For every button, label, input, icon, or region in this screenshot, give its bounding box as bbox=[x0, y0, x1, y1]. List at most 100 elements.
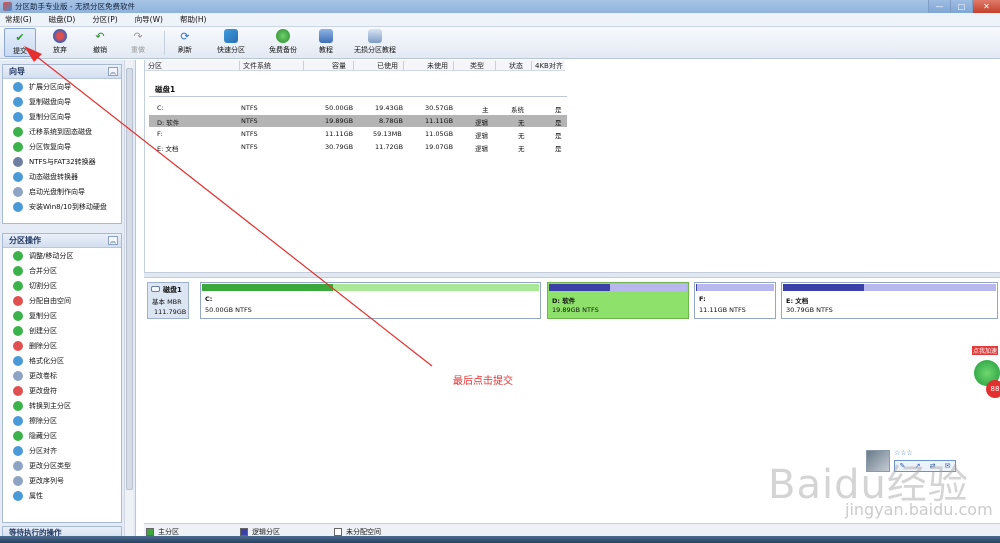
usage-bar bbox=[783, 284, 996, 291]
column-divider bbox=[239, 61, 240, 70]
operation-item[interactable]: 删除分区 bbox=[3, 338, 121, 353]
operation-item[interactable]: 格式化分区 bbox=[3, 353, 121, 368]
quick-partition-button[interactable]: 快速分区 bbox=[208, 28, 254, 57]
tutorial-button[interactable]: 教程 bbox=[312, 28, 340, 57]
menu-partition[interactable]: 分区(P) bbox=[92, 14, 117, 25]
operation-item[interactable]: 更改序列号 bbox=[3, 473, 121, 488]
wizard-icon bbox=[13, 81, 23, 92]
close-button[interactable]: ✕ bbox=[972, 0, 1000, 13]
wizard-item[interactable]: 启动光盘制作向导 bbox=[3, 184, 121, 199]
window-controls: — □ ✕ bbox=[928, 0, 1000, 13]
maximize-button[interactable]: □ bbox=[950, 0, 972, 13]
collapse-icon[interactable]: ︽ bbox=[108, 67, 118, 76]
watermark-url: jingyan.baidu.com bbox=[845, 500, 993, 519]
operation-item[interactable]: 复制分区 bbox=[3, 308, 121, 323]
menu-bar: 常规(G) 磁盘(D) 分区(P) 向导(W) 帮助(H) bbox=[0, 13, 1000, 27]
operation-item[interactable]: 更改盘符 bbox=[3, 383, 121, 398]
tutorial-icon bbox=[319, 29, 333, 43]
free-backup-button[interactable]: 免费备份 bbox=[260, 28, 306, 57]
primary-swatch bbox=[146, 528, 154, 536]
disk-group-label: 磁盘1 bbox=[155, 85, 176, 94]
sidebar-scrollbar[interactable] bbox=[124, 60, 133, 543]
operation-item[interactable]: 属性 bbox=[3, 488, 121, 503]
merge-icon bbox=[13, 265, 23, 276]
partition-block-d[interactable]: D: 软件 19.89GB NTFS bbox=[547, 282, 689, 319]
usage-bar bbox=[549, 284, 687, 291]
operation-item[interactable]: 调整/移动分区 bbox=[3, 248, 121, 263]
wizard-item[interactable]: 扩展分区向导 bbox=[3, 79, 121, 94]
speed-badge[interactable]: 点我加速 88 bbox=[970, 346, 1000, 406]
refresh-button[interactable]: ⟳ 刷新 bbox=[170, 28, 200, 57]
wizard-item[interactable]: 分区恢复向导 bbox=[3, 139, 121, 154]
submit-button[interactable]: ✔ 提交 bbox=[4, 28, 36, 57]
resize-icon bbox=[13, 250, 23, 261]
operation-item[interactable]: 转换到主分区 bbox=[3, 398, 121, 413]
menu-wizard[interactable]: 向导(W) bbox=[135, 14, 163, 25]
window-title: 分区助手专业版 - 无损分区免费软件 bbox=[15, 2, 135, 11]
column-free[interactable]: 未使用 bbox=[427, 61, 448, 71]
collapse-icon[interactable]: ︽ bbox=[108, 236, 118, 245]
operation-item[interactable]: 创建分区 bbox=[3, 323, 121, 338]
drive-letter-icon bbox=[13, 385, 23, 396]
format-icon bbox=[13, 355, 23, 366]
table-row[interactable]: E: 文档 NTFS 30.79GB 11.72GB 19.07GB 逻辑 无 … bbox=[149, 141, 567, 153]
wizard-item[interactable]: 动态磁盘转换器 bbox=[3, 169, 121, 184]
wizard-item[interactable]: 安装Win8/10到移动硬盘 bbox=[3, 199, 121, 214]
partition-block-c[interactable]: C: 50.00GB NTFS bbox=[200, 282, 541, 319]
usage-fill bbox=[549, 284, 610, 291]
minimize-button[interactable]: — bbox=[928, 0, 950, 13]
redo-button[interactable]: ↷ 重做 bbox=[122, 28, 154, 57]
operation-item[interactable]: 分配自由空间 bbox=[3, 293, 121, 308]
create-icon bbox=[13, 325, 23, 336]
usage-fill bbox=[783, 284, 864, 291]
disk-summary[interactable]: 磁盘1 基本 MBR 111.79GB bbox=[147, 282, 189, 319]
boot-disc-icon bbox=[13, 186, 23, 197]
operation-item[interactable]: 更改分区类型 bbox=[3, 458, 121, 473]
discard-button[interactable]: 放弃 bbox=[44, 28, 76, 57]
column-partition[interactable]: 分区 bbox=[148, 61, 162, 71]
table-row[interactable]: F: NTFS 11.11GB 59.13MB 11.05GB 逻辑 无 是 bbox=[149, 128, 567, 140]
menu-general[interactable]: 常规(G) bbox=[5, 14, 32, 25]
wizard-item[interactable]: 迁移系统到固态磁盘 bbox=[3, 124, 121, 139]
lossless-tutorial-button[interactable]: 无损分区教程 bbox=[346, 28, 404, 57]
operation-item[interactable]: 隐藏分区 bbox=[3, 428, 121, 443]
operation-item[interactable]: 分区对齐 bbox=[3, 443, 121, 458]
undo-button[interactable]: ↶ 撤销 bbox=[84, 28, 116, 57]
lossless-tutorial-icon bbox=[368, 29, 382, 43]
table-row[interactable]: C: NTFS 50.00GB 19.43GB 30.57GB 主 系统 是 bbox=[149, 102, 567, 114]
operation-item[interactable]: 切割分区 bbox=[3, 278, 121, 293]
taskbar bbox=[0, 536, 1000, 543]
operation-item[interactable]: 擦除分区 bbox=[3, 413, 121, 428]
column-status[interactable]: 状态 bbox=[509, 61, 523, 71]
menu-disk[interactable]: 磁盘(D) bbox=[49, 14, 76, 25]
wizard-panel-header[interactable]: 向导 ︽ bbox=[3, 65, 121, 79]
column-divider bbox=[303, 61, 304, 70]
partition-block-e[interactable]: E: 文档 30.79GB NTFS bbox=[781, 282, 998, 319]
copy-disk-icon bbox=[13, 96, 23, 107]
column-divider bbox=[531, 61, 532, 70]
scrollbar-thumb[interactable] bbox=[126, 68, 133, 490]
migrate-icon bbox=[13, 126, 23, 137]
usage-fill bbox=[202, 284, 334, 291]
operations-panel: 分区操作 ︽ 调整/移动分区 合并分区 切割分区 分配自由空间 复制分区 创建分… bbox=[2, 233, 122, 523]
column-type[interactable]: 类型 bbox=[470, 61, 484, 71]
operation-item[interactable]: 更改卷标 bbox=[3, 368, 121, 383]
usage-bar bbox=[696, 284, 774, 291]
allocate-icon bbox=[13, 295, 23, 306]
disk-icon bbox=[151, 286, 160, 292]
wizard-item[interactable]: 复制磁盘向导 bbox=[3, 94, 121, 109]
column-filesystem[interactable]: 文件系统 bbox=[243, 61, 271, 71]
operations-panel-header[interactable]: 分区操作 ︽ bbox=[3, 234, 121, 248]
table-row-selected[interactable]: D: 软件 NTFS 19.89GB 8.78GB 11.11GB 逻辑 无 是 bbox=[149, 115, 567, 127]
wizard-item[interactable]: NTFS与FAT32转换器 bbox=[3, 154, 121, 169]
menu-help[interactable]: 帮助(H) bbox=[180, 14, 207, 25]
column-used[interactable]: 已使用 bbox=[377, 61, 398, 71]
wizard-item[interactable]: 复制分区向导 bbox=[3, 109, 121, 124]
column-capacity[interactable]: 容量 bbox=[332, 61, 346, 71]
change-type-icon bbox=[13, 460, 23, 471]
annotation-text: 最后点击提交 bbox=[453, 376, 513, 387]
partition-block-f[interactable]: F: 11.11GB NTFS bbox=[694, 282, 776, 319]
operation-item[interactable]: 合并分区 bbox=[3, 263, 121, 278]
serial-icon bbox=[13, 475, 23, 486]
column-4k-align[interactable]: 4KB对齐 bbox=[535, 61, 563, 71]
